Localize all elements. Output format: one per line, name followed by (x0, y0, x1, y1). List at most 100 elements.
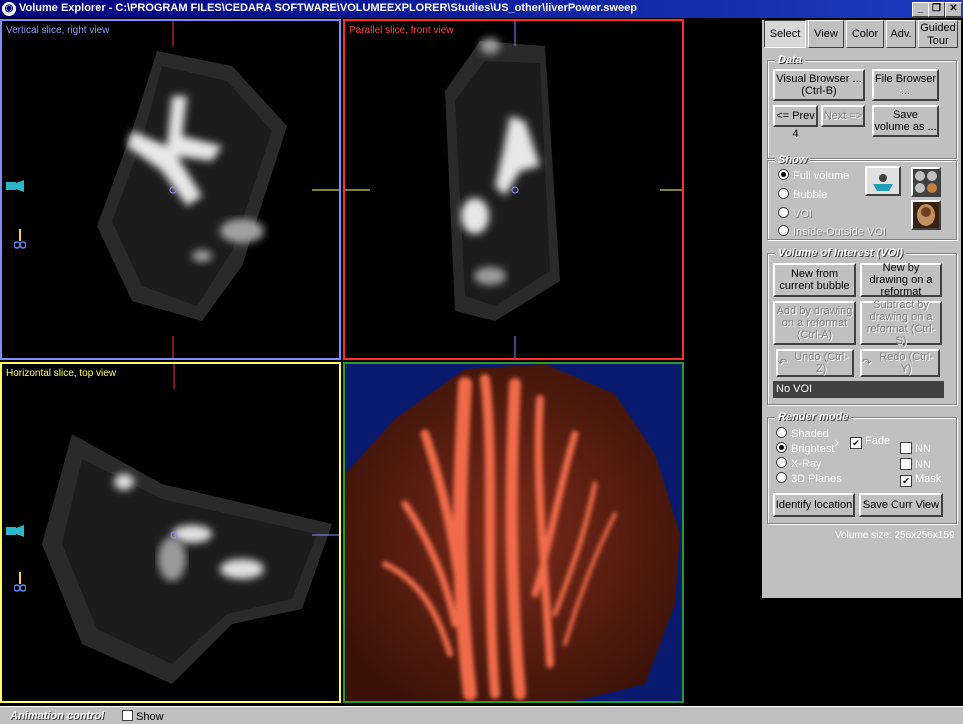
checkbox-box (122, 710, 133, 721)
redo-icon: ↷ (862, 357, 875, 369)
coronal-slice-image (345, 21, 682, 358)
radio-indicator (778, 225, 789, 236)
sagittal-slice-image (97, 21, 339, 358)
radio-label: VOI (793, 208, 812, 220)
save-current-view-button[interactable]: Save Curr View (859, 493, 943, 517)
data-group-title: Data (775, 54, 805, 66)
radio-indicator (776, 457, 787, 468)
radio-indicator (776, 472, 787, 483)
show-group-title: Show (775, 154, 811, 166)
render-3d-view[interactable] (343, 362, 684, 703)
voi-group-title: Volume of Interest (VOI) (775, 247, 906, 259)
render-3d-planes-radio[interactable]: 3D Planes (776, 472, 842, 485)
checkbox-label: Fade (865, 435, 891, 447)
file-browser-button[interactable]: File Browser ... (872, 69, 939, 101)
control-panel: Select View Color Adv. Guided Tour Data … (762, 20, 961, 598)
fade-checkbox[interactable]: ✔ Fade (850, 435, 890, 449)
show-full-volume-radio[interactable]: Full volume (778, 169, 849, 182)
undo-label: Undo (Ctrl-Z) (794, 351, 849, 375)
show-inside-outside-voi-radio[interactable]: Inside-Outside VOI (778, 225, 886, 238)
render-brightest-radio[interactable]: Brightest (776, 442, 834, 455)
scissors-icon[interactable] (14, 229, 26, 251)
sagittal-view-label: Vertical slice, right view (6, 25, 110, 36)
tab-guided-tour[interactable]: Guided Tour (918, 20, 958, 48)
axial-slice-image (42, 364, 339, 684)
radio-label: 3D Planes (791, 473, 842, 485)
axial-view[interactable]: Horizontal slice, top view (0, 362, 341, 703)
voi-group: Volume of Interest (VOI) New from curren… (767, 247, 957, 405)
camera-icon[interactable] (4, 524, 30, 538)
app-icon[interactable]: ◉ (2, 2, 16, 16)
data-group: Data Visual Browser ... (Ctrl-B) File Br… (767, 54, 957, 159)
checkbox-label: NN (915, 459, 931, 471)
undo-button[interactable]: ↶ Undo (Ctrl-Z) (776, 349, 854, 377)
radio-label: Brightest (791, 443, 835, 455)
tab-adv[interactable]: Adv. (886, 20, 916, 48)
checkbox-box (900, 442, 912, 454)
close-button[interactable]: ✕ (945, 2, 962, 17)
radio-indicator (776, 427, 787, 438)
animation-control-label: Animation control (10, 710, 105, 722)
minimize-button[interactable]: _ (912, 2, 929, 17)
new-by-drawing-button[interactable]: New by drawing on a reformat (860, 262, 942, 298)
radio-label: Shaded (791, 428, 829, 440)
radio-selected-indicator (778, 169, 789, 180)
show-animation-checkbox[interactable]: Show (122, 710, 164, 723)
radio-label: Bubble (793, 189, 828, 201)
radio-selected-indicator (776, 442, 787, 453)
check-mark-icon: ✔ (850, 437, 862, 449)
next-button[interactable]: Next => (821, 105, 865, 127)
show-group: Show Full volume Bubble VOI Inside-Outsi… (767, 154, 957, 240)
tab-color[interactable]: Color (846, 20, 884, 48)
axial-view-label: Horizontal slice, top view (6, 368, 117, 379)
checkbox-box (900, 458, 912, 470)
render-shaded-radio[interactable]: Shaded (776, 427, 829, 440)
window-title: Volume Explorer - C:\PROGRAM FILES\CEDAR… (19, 2, 637, 14)
radio-label: X-Ray (791, 458, 822, 470)
add-by-drawing-button[interactable]: Add by drawing on a reformat (Ctrl-A) (773, 301, 856, 345)
nn-checkbox-2[interactable]: NN (900, 458, 931, 471)
coronal-view[interactable]: Parallel slice, front view (343, 19, 684, 360)
sagittal-view[interactable]: Vertical slice, right view (0, 19, 341, 360)
checkbox-label: Show (136, 711, 164, 723)
check-mark-icon: ✔ (900, 475, 912, 487)
checkbox-label: NN (915, 443, 931, 455)
chevron-right-icon: › (834, 434, 840, 451)
status-bar: Animation control Show (0, 706, 963, 724)
save-volume-button[interactable]: Save volume as ... (872, 105, 939, 137)
checkbox-label: Mask (915, 473, 942, 485)
mask-checkbox[interactable]: ✔ Mask (900, 473, 941, 487)
nn-checkbox-1[interactable]: NN (900, 442, 931, 455)
next-index (821, 128, 865, 140)
undo-icon: ↶ (778, 357, 791, 369)
volume-render-image (345, 364, 680, 701)
title-bar: ◉ Volume Explorer - C:\PROGRAM FILES\CED… (0, 0, 963, 18)
scissors-icon[interactable] (14, 572, 26, 594)
render-xray-radio[interactable]: X-Ray (776, 457, 822, 470)
radio-label: Inside-Outside VOI (793, 226, 886, 238)
render-mode-title: Render mode (775, 411, 852, 423)
maximize-button[interactable]: ❐ (928, 2, 945, 17)
radio-indicator (778, 207, 789, 218)
show-bubble-radio[interactable]: Bubble (778, 188, 827, 201)
tab-select[interactable]: Select (764, 20, 806, 48)
radio-indicator (778, 188, 789, 199)
new-from-bubble-button[interactable]: New from current bubble (773, 263, 856, 297)
show-voi-radio[interactable]: VOI (778, 207, 812, 220)
identify-location-button[interactable]: Identify location (773, 493, 855, 517)
full-volume-icon[interactable] (865, 166, 901, 196)
sweep-index: 4 (773, 128, 818, 140)
render-mode-group: Render mode Shaded Brightest X-Ray 3D Pl… (767, 411, 957, 524)
visual-browser-button[interactable]: Visual Browser ... (Ctrl-B) (773, 69, 865, 101)
camera-icon[interactable] (4, 179, 30, 193)
tab-view[interactable]: View (808, 20, 844, 48)
volume-size-text: Volume size: 256x256x159 (835, 530, 955, 541)
redo-label: Redo (Ctrl-Y) (879, 351, 934, 375)
redo-button[interactable]: ↷ Redo (Ctrl-Y) (860, 349, 940, 377)
render-preview-icon[interactable] (911, 200, 941, 230)
layout-four-views-icon[interactable] (911, 167, 941, 197)
voi-status: No VOI (773, 381, 944, 398)
radio-label: Full volume (793, 170, 850, 182)
subtract-by-drawing-button[interactable]: Subtract by drawing on a reformat (Ctrl-… (860, 299, 942, 347)
prev-button[interactable]: <= Prev (773, 105, 818, 127)
